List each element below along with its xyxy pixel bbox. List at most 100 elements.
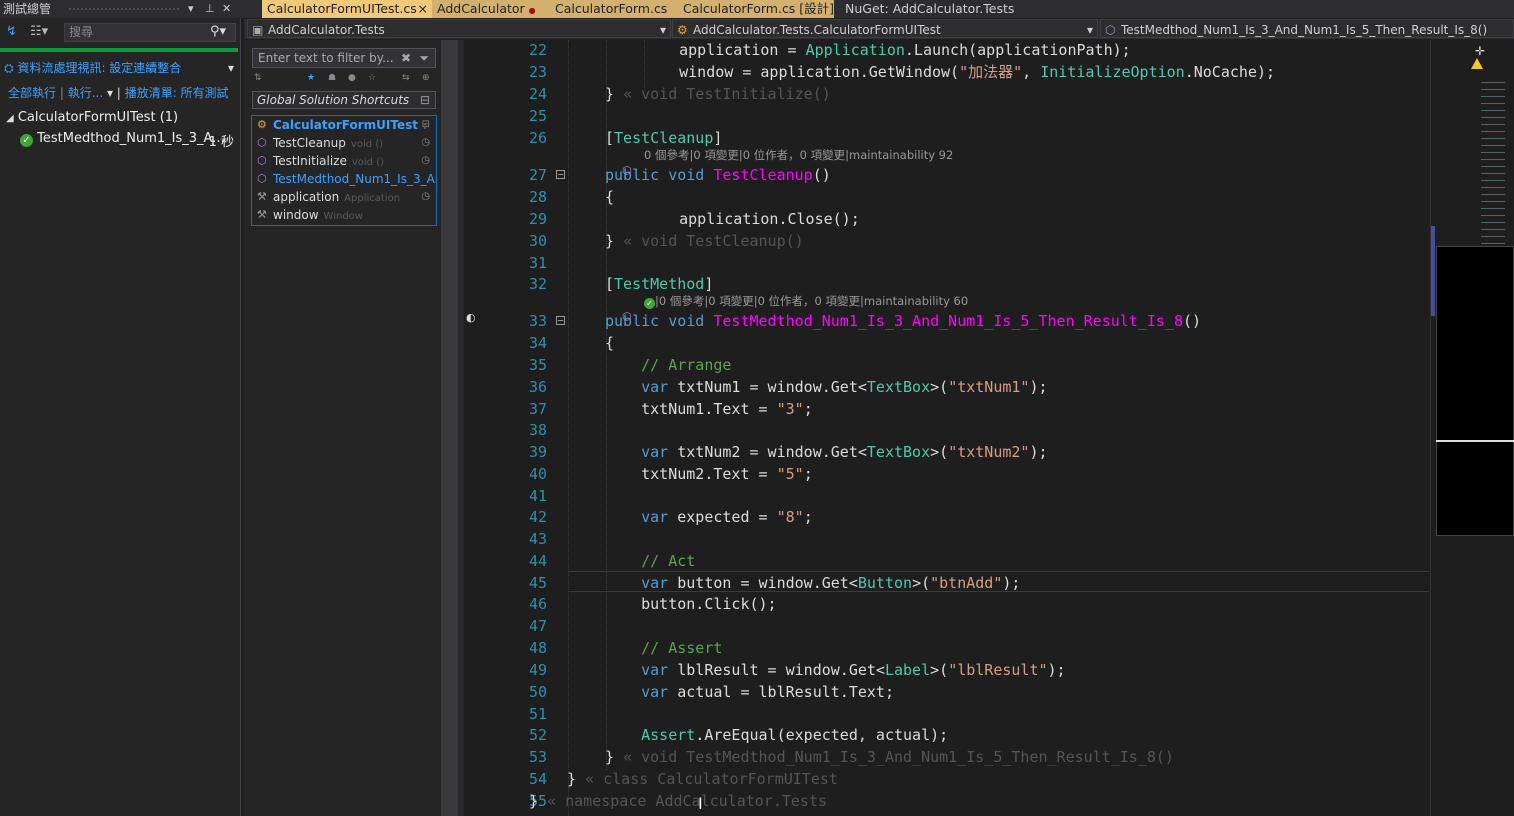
collapse-icon[interactable]: ⊟ bbox=[420, 92, 430, 108]
warning-icon[interactable] bbox=[1471, 58, 1483, 69]
code-line[interactable]: 38 bbox=[464, 420, 1430, 441]
code-line[interactable]: 41 bbox=[464, 486, 1430, 507]
test-group-row[interactable]: ◢ CalculatorFormUITest (1) bbox=[6, 110, 178, 125]
line-number: 22 bbox=[528, 41, 547, 59]
code-line[interactable]: 49 var lblResult = window.Get<Label>("lb… bbox=[464, 660, 1430, 681]
code-line[interactable]: 29 application.Close(); bbox=[464, 209, 1430, 230]
code-line[interactable]: 50 var actual = lblResult.Text; bbox=[464, 682, 1430, 703]
close-icon[interactable]: ✕ bbox=[222, 0, 231, 18]
test-row[interactable]: ✓ TestMedthod_Num1_Is_3_A... 1 秒 bbox=[20, 131, 238, 150]
code-line[interactable]: 42 var expected = "8"; bbox=[464, 507, 1430, 528]
filter-icon[interactable]: ⏷ bbox=[419, 49, 429, 67]
split-icon[interactable]: ✛ bbox=[1475, 44, 1485, 58]
search-icon[interactable]: ⚲▾ bbox=[210, 24, 226, 39]
code-line[interactable]: 53} « void TestMedthod_Num1_Is_3_And_Num… bbox=[464, 747, 1430, 768]
group-by-icon[interactable]: ☷▾ bbox=[30, 24, 48, 39]
code-line[interactable]: 55} « namespace AddCalculator.Tests bbox=[464, 791, 1430, 812]
tab-label: AddCalculator bbox=[437, 1, 525, 16]
run-all-link[interactable]: 全部執行 bbox=[8, 86, 56, 100]
tab-calculatorform[interactable]: CalculatorForm.cs bbox=[550, 0, 678, 18]
tab-calculatorformuitest[interactable]: CalculatorFormUITest.cs × bbox=[262, 0, 432, 18]
code-editor[interactable]: 22 application = Application.Launch(appl… bbox=[464, 40, 1430, 816]
code-line[interactable]: 35 // Arrange bbox=[464, 355, 1430, 376]
code-line[interactable]: 25 bbox=[464, 106, 1430, 127]
code-line[interactable]: 33 public void TestMedthod_Num1_Is_3_And_… bbox=[464, 311, 1430, 332]
line-number: 52 bbox=[528, 726, 547, 744]
member-item-testmethod[interactable]: ⬡ TestMedthod_Num1_Is_3_And bbox=[252, 170, 436, 188]
code-text: var txtNum2 = window.Get<TextBox>("txtNu… bbox=[641, 443, 1048, 461]
close-icon[interactable]: × bbox=[418, 0, 428, 17]
refresh-icon[interactable]: ↯ bbox=[6, 24, 17, 39]
shortcuts-dropdown[interactable]: Global Solution Shortcuts ⊟ bbox=[252, 91, 436, 109]
collapse-icon[interactable]: ⊟ bbox=[422, 116, 430, 134]
codelens-testmethod[interactable]: ✓ |0 個參考|0 項變更|0 位作者，0 項變更|maintainabilit… bbox=[644, 293, 968, 309]
code-line[interactable]: 46 button.Click(); bbox=[464, 594, 1430, 615]
star-outline-icon[interactable]: ☆ bbox=[368, 73, 376, 83]
codelens-testcleanup[interactable]: 0 個參考|0 項變更|0 位作者，0 項變更|maintainability … bbox=[644, 147, 953, 163]
dropdown-icon[interactable]: ▾ bbox=[188, 0, 194, 18]
member-item-application[interactable]: ⚒ application Application ◷ bbox=[252, 188, 436, 206]
member-item-class[interactable]: ⚙ CalculatorFormUITest: ⊟ bbox=[252, 116, 436, 134]
code-text: txtNum1.Text = "3"; bbox=[605, 400, 813, 418]
structure-toolbar: ⇅ ★ ☗ ● ☆ ⇆ ⊕ bbox=[252, 73, 436, 85]
tab-addcalculator[interactable]: AddCalculator ● bbox=[432, 0, 550, 18]
clear-icon[interactable]: ✖ bbox=[401, 49, 411, 67]
line-number: 50 bbox=[528, 683, 547, 701]
code-line[interactable]: 40 txtNum2.Text = "5"; bbox=[464, 464, 1430, 485]
code-line[interactable]: 39 var txtNum2 = window.Get<TextBox>("tx… bbox=[464, 442, 1430, 463]
code-line[interactable]: 47 bbox=[464, 616, 1430, 637]
circle-icon[interactable]: ● bbox=[348, 73, 356, 83]
project-dropdown[interactable]: ▣ AddCalculator.Tests ▾ bbox=[247, 19, 671, 38]
filter-input[interactable]: Enter text to filter by... ✖ ⏷ bbox=[252, 48, 436, 68]
person-icon[interactable]: ☗ bbox=[328, 73, 336, 83]
code-line[interactable]: 23 window = application.GetWindow("加法器",… bbox=[464, 62, 1430, 83]
code-line[interactable]: 26 [TestCleanup] bbox=[464, 128, 1430, 149]
code-line[interactable]: 54} « class CalculatorFormUITest bbox=[464, 769, 1430, 790]
tab-nuget[interactable]: NuGet: AddCalculator.Tests bbox=[840, 0, 1040, 18]
member-item-testinitialize[interactable]: ⬡ TestInitialize void () ◷ bbox=[252, 152, 436, 170]
code-line[interactable]: 51 bbox=[464, 704, 1430, 725]
member-item-testcleanup[interactable]: ⬡ TestCleanup void () ◷ bbox=[252, 134, 436, 152]
code-line[interactable]: 32 [TestMethod] bbox=[464, 274, 1430, 295]
code-line[interactable]: 31 bbox=[464, 253, 1430, 274]
sync-icon[interactable]: ⇅ bbox=[254, 73, 262, 83]
code-line[interactable]: 48 // Assert bbox=[464, 638, 1430, 659]
fold-icon[interactable]: − bbox=[556, 316, 565, 325]
playlist-link[interactable]: 播放清單: 所有測試 bbox=[125, 86, 229, 100]
chevron-down-icon[interactable]: ▾ bbox=[228, 60, 234, 76]
settings-icon[interactable]: ⊕ bbox=[422, 73, 430, 83]
sort-icon[interactable]: ⇆ bbox=[402, 73, 410, 83]
code-line[interactable]: 45 var button = window.Get<Button>("btnA… bbox=[464, 573, 1430, 594]
type-dropdown[interactable]: ⚙ AddCalculator.Tests.CalculatorFormUITe… bbox=[672, 19, 1098, 38]
member-item-window[interactable]: ⚒ window Window bbox=[252, 206, 436, 224]
line-number: 43 bbox=[528, 530, 547, 548]
test-explorer-title: 測試總管 bbox=[3, 2, 52, 16]
clock-icon: ◷ bbox=[421, 191, 430, 202]
fold-icon[interactable]: − bbox=[556, 170, 565, 179]
line-number: 23 bbox=[528, 63, 547, 81]
pin-icon[interactable]: ⊥ bbox=[205, 0, 215, 18]
code-line[interactable]: 28 { bbox=[464, 187, 1430, 208]
code-line[interactable]: 27 public void TestCleanup() bbox=[464, 165, 1430, 186]
breakpoint-glyph-icon[interactable]: ◐ bbox=[466, 311, 476, 324]
expand-icon[interactable]: ◢ bbox=[6, 113, 14, 124]
code-line[interactable]: 44 // Act bbox=[464, 551, 1430, 572]
tab-calculatorform-designer[interactable]: CalculatorForm.cs [設計] bbox=[678, 0, 834, 18]
chevron-down-icon[interactable]: ▾ bbox=[1087, 20, 1093, 37]
code-line[interactable]: 52 Assert.AreEqual(expected, actual); bbox=[464, 725, 1430, 746]
run-toolbar: 全部執行 | 執行... ▾ | 播放清單: 所有測試 bbox=[8, 86, 229, 100]
test-explorer-toolbar: ↯ ☷▾ 搜尋 ⚲▾ bbox=[0, 22, 240, 44]
member-dropdown[interactable]: ⬡ TestMedthod_Num1_Is_3_And_Num1_Is_5_Th… bbox=[1100, 19, 1514, 38]
minimap-viewport[interactable] bbox=[1436, 246, 1514, 536]
code-line[interactable]: 34 { bbox=[464, 333, 1430, 354]
star-icon[interactable]: ★ bbox=[307, 73, 315, 83]
code-line[interactable]: 24} « void TestInitialize() bbox=[464, 84, 1430, 105]
code-line[interactable]: 43 bbox=[464, 529, 1430, 550]
code-line[interactable]: 22 application = Application.Launch(appl… bbox=[464, 40, 1430, 61]
run-link[interactable]: 執行... bbox=[68, 86, 103, 100]
chevron-down-icon[interactable]: ▾ bbox=[660, 20, 666, 37]
code-line[interactable]: 36 var txtNum1 = window.Get<TextBox>("tx… bbox=[464, 377, 1430, 398]
code-line[interactable]: 37 txtNum1.Text = "3"; bbox=[464, 399, 1430, 420]
playlist-banner[interactable]: ⛭ 資料流處理視訊: 設定連續整合 ▾ bbox=[4, 60, 238, 76]
code-line[interactable]: 30} « void TestCleanup() bbox=[464, 231, 1430, 252]
